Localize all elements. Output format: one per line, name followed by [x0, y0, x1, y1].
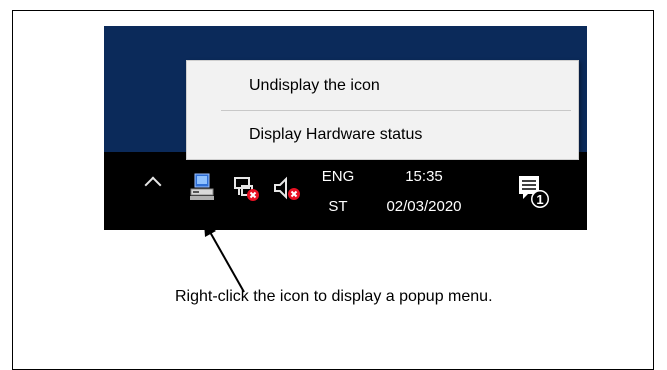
action-center-icon[interactable]: 1: [516, 174, 552, 210]
menu-item-undisplay-icon[interactable]: Undisplay the icon: [187, 68, 578, 104]
taskbar: ENG ST 15:35 02/03/2020 1: [104, 152, 587, 230]
clock-date: 02/03/2020: [386, 198, 462, 215]
menu-separator: [221, 110, 571, 111]
clock[interactable]: 15:35 02/03/2020: [374, 166, 474, 218]
language-code: ENG: [321, 168, 355, 185]
language-indicator[interactable]: ENG ST: [318, 166, 358, 218]
chevron-up-icon[interactable]: [144, 176, 162, 194]
network-disconnected-icon[interactable]: [233, 175, 261, 203]
clock-time: 15:35: [405, 168, 443, 185]
hardware-status-icon[interactable]: [190, 172, 216, 202]
annotation-caption: Right-click the icon to display a popup …: [175, 288, 493, 305]
notification-count-badge: 1: [536, 192, 543, 207]
context-menu: Undisplay the icon Display Hardware stat…: [186, 60, 579, 160]
menu-item-display-hardware-status[interactable]: Display Hardware status: [187, 117, 578, 153]
volume-muted-icon[interactable]: [272, 175, 302, 203]
keyboard-layout: ST: [328, 198, 348, 215]
